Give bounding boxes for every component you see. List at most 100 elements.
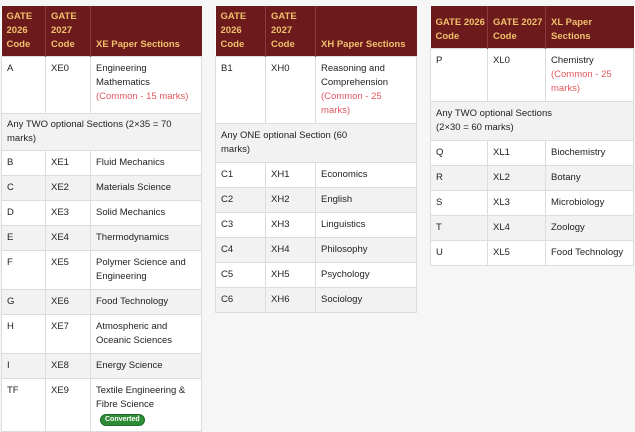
- code-2026: D: [1, 200, 46, 226]
- code-2026: C4: [215, 237, 266, 263]
- section-name: Thermodynamics: [90, 225, 202, 251]
- code-2027: XH4: [265, 237, 316, 263]
- xh-paper-table: GATE 2026 Code GATE 2027 Code XH Paper S…: [215, 6, 417, 313]
- table-row: C1 XH1 Economics: [215, 162, 417, 188]
- section-name: Solid Mechanics: [90, 200, 202, 226]
- header-gate-2026: GATE 2026 Code: [430, 6, 488, 48]
- section-title: Reasoning and Comprehension: [321, 63, 389, 88]
- code-2026: Q: [430, 139, 488, 166]
- code-2026: C3: [215, 212, 266, 238]
- table-row: Q XL1 Biochemistry: [430, 139, 634, 166]
- table-row: C2 XH2 English: [215, 187, 417, 213]
- header-paper-sections: XL Paper Sections: [545, 6, 634, 48]
- compulsory-row: P XL0 Chemistry (Common - 25 marks): [430, 47, 634, 102]
- converted-badge: Converted: [100, 414, 145, 426]
- section-name: English: [315, 187, 417, 213]
- code-2026: H: [1, 314, 46, 354]
- code-2027: XH3: [265, 212, 316, 238]
- section-name: Polymer Science and Engineering: [90, 250, 202, 290]
- table-row: C4 XH4 Philosophy: [215, 237, 417, 263]
- code-2026: B: [1, 150, 46, 176]
- table-row: C3 XH3 Linguistics: [215, 212, 417, 238]
- compulsory-row: B1 XH0 Reasoning and Comprehension (Comm…: [215, 56, 417, 124]
- common-marks-note: (Common - 25 marks): [321, 91, 382, 116]
- table-row: C6 XH6 Sociology: [215, 287, 417, 313]
- code-2027: XL1: [487, 139, 546, 166]
- section-name: Materials Science: [90, 175, 202, 201]
- code-2026: G: [1, 289, 46, 315]
- code-2027: XH2: [265, 187, 316, 213]
- code-2026: A: [1, 56, 46, 114]
- optional-note: Any TWO optional Sections (2×35 = 70 mar…: [1, 113, 202, 151]
- code-2027: XE4: [45, 225, 91, 251]
- section-name: Biochemistry: [545, 139, 634, 166]
- code-2027: XL2: [487, 164, 546, 191]
- code-2026: I: [1, 353, 46, 379]
- code-2026: U: [430, 239, 488, 266]
- optional-note: Any ONE optional Section (60 marks): [215, 123, 417, 163]
- common-marks-note: (Common - 25 marks): [551, 68, 612, 94]
- section-name: Chemistry (Common - 25 marks): [545, 47, 634, 102]
- code-2026: TF: [1, 378, 46, 432]
- code-2026: C5: [215, 262, 266, 288]
- header-gate-2026: GATE 2026 Code: [215, 6, 266, 57]
- section-name: Engineering Mathematics (Common - 15 mar…: [90, 56, 202, 114]
- section-name: Philosophy: [315, 237, 417, 263]
- section-name: Fluid Mechanics: [90, 150, 202, 176]
- common-marks-note: (Common - 15 marks): [96, 91, 189, 102]
- code-2026: E: [1, 225, 46, 251]
- code-2027: XH0: [265, 56, 316, 124]
- section-name: Food Technology: [90, 289, 202, 315]
- table-row: TF XE9 Textile Engineering & Fibre Scien…: [1, 378, 202, 432]
- section-name: Textile Engineering & Fibre Science Conv…: [90, 378, 202, 432]
- code-2026: C1: [215, 162, 266, 188]
- table-row: R XL2 Botany: [430, 164, 634, 191]
- header-gate-2027: GATE 2027 Code: [265, 6, 316, 57]
- section-name: Sociology: [315, 287, 417, 313]
- code-2026: C2: [215, 187, 266, 213]
- table-row: D XE3 Solid Mechanics: [1, 200, 202, 226]
- section-name: Reasoning and Comprehension (Common - 25…: [315, 56, 417, 124]
- code-2027: XE6: [45, 289, 91, 315]
- table-row: B XE1 Fluid Mechanics: [1, 150, 202, 176]
- header-row: GATE 2026 Code GATE 2027 Code XH Paper S…: [215, 6, 417, 57]
- xe-paper-table: GATE 2026 Code GATE 2027 Code XE Paper S…: [1, 6, 202, 432]
- section-name: Microbiology: [545, 189, 634, 216]
- section-title: Engineering Mathematics: [96, 63, 150, 88]
- section-title: Textile Engineering & Fibre Science: [96, 385, 186, 410]
- section-name: Psychology: [315, 262, 417, 288]
- optional-note-row: Any TWO optional Sections (2×30 = 60 mar…: [430, 100, 634, 141]
- table-row: F XE5 Polymer Science and Engineering: [1, 250, 202, 290]
- code-2027: XH1: [265, 162, 316, 188]
- section-name: Energy Science: [90, 353, 202, 379]
- code-2026: T: [430, 214, 488, 241]
- header-row: GATE 2026 Code GATE 2027 Code XL Paper S…: [430, 6, 634, 48]
- code-2027: XH5: [265, 262, 316, 288]
- header-gate-2026: GATE 2026 Code: [1, 6, 46, 57]
- code-2027: XE5: [45, 250, 91, 290]
- code-2027: XL5: [487, 239, 546, 266]
- code-2027: XE3: [45, 200, 91, 226]
- code-2026: P: [430, 47, 488, 102]
- table-row: G XE6 Food Technology: [1, 289, 202, 315]
- code-2026: F: [1, 250, 46, 290]
- table-row: C5 XH5 Psychology: [215, 262, 417, 288]
- header-gate-2027: GATE 2027 Code: [487, 6, 546, 48]
- table-row: T XL4 Zoology: [430, 214, 634, 241]
- header-row: GATE 2026 Code GATE 2027 Code XE Paper S…: [1, 6, 202, 57]
- code-2027: XL4: [487, 214, 546, 241]
- code-2027: XE8: [45, 353, 91, 379]
- table-row: E XE4 Thermodynamics: [1, 225, 202, 251]
- table-row: C XE2 Materials Science: [1, 175, 202, 201]
- code-2027: XL0: [487, 47, 546, 102]
- code-2026: C6: [215, 287, 266, 313]
- table-row: H XE7 Atmospheric and Oceanic Sciences: [1, 314, 202, 354]
- header-gate-2027: GATE 2027 Code: [45, 6, 91, 57]
- header-paper-sections: XH Paper Sections: [315, 6, 417, 57]
- code-2027: XE0: [45, 56, 91, 114]
- xl-paper-table: GATE 2026 Code GATE 2027 Code XL Paper S…: [430, 6, 634, 266]
- section-name: Economics: [315, 162, 417, 188]
- section-name: Food Technology: [545, 239, 634, 266]
- code-2026: R: [430, 164, 488, 191]
- section-name: Linguistics: [315, 212, 417, 238]
